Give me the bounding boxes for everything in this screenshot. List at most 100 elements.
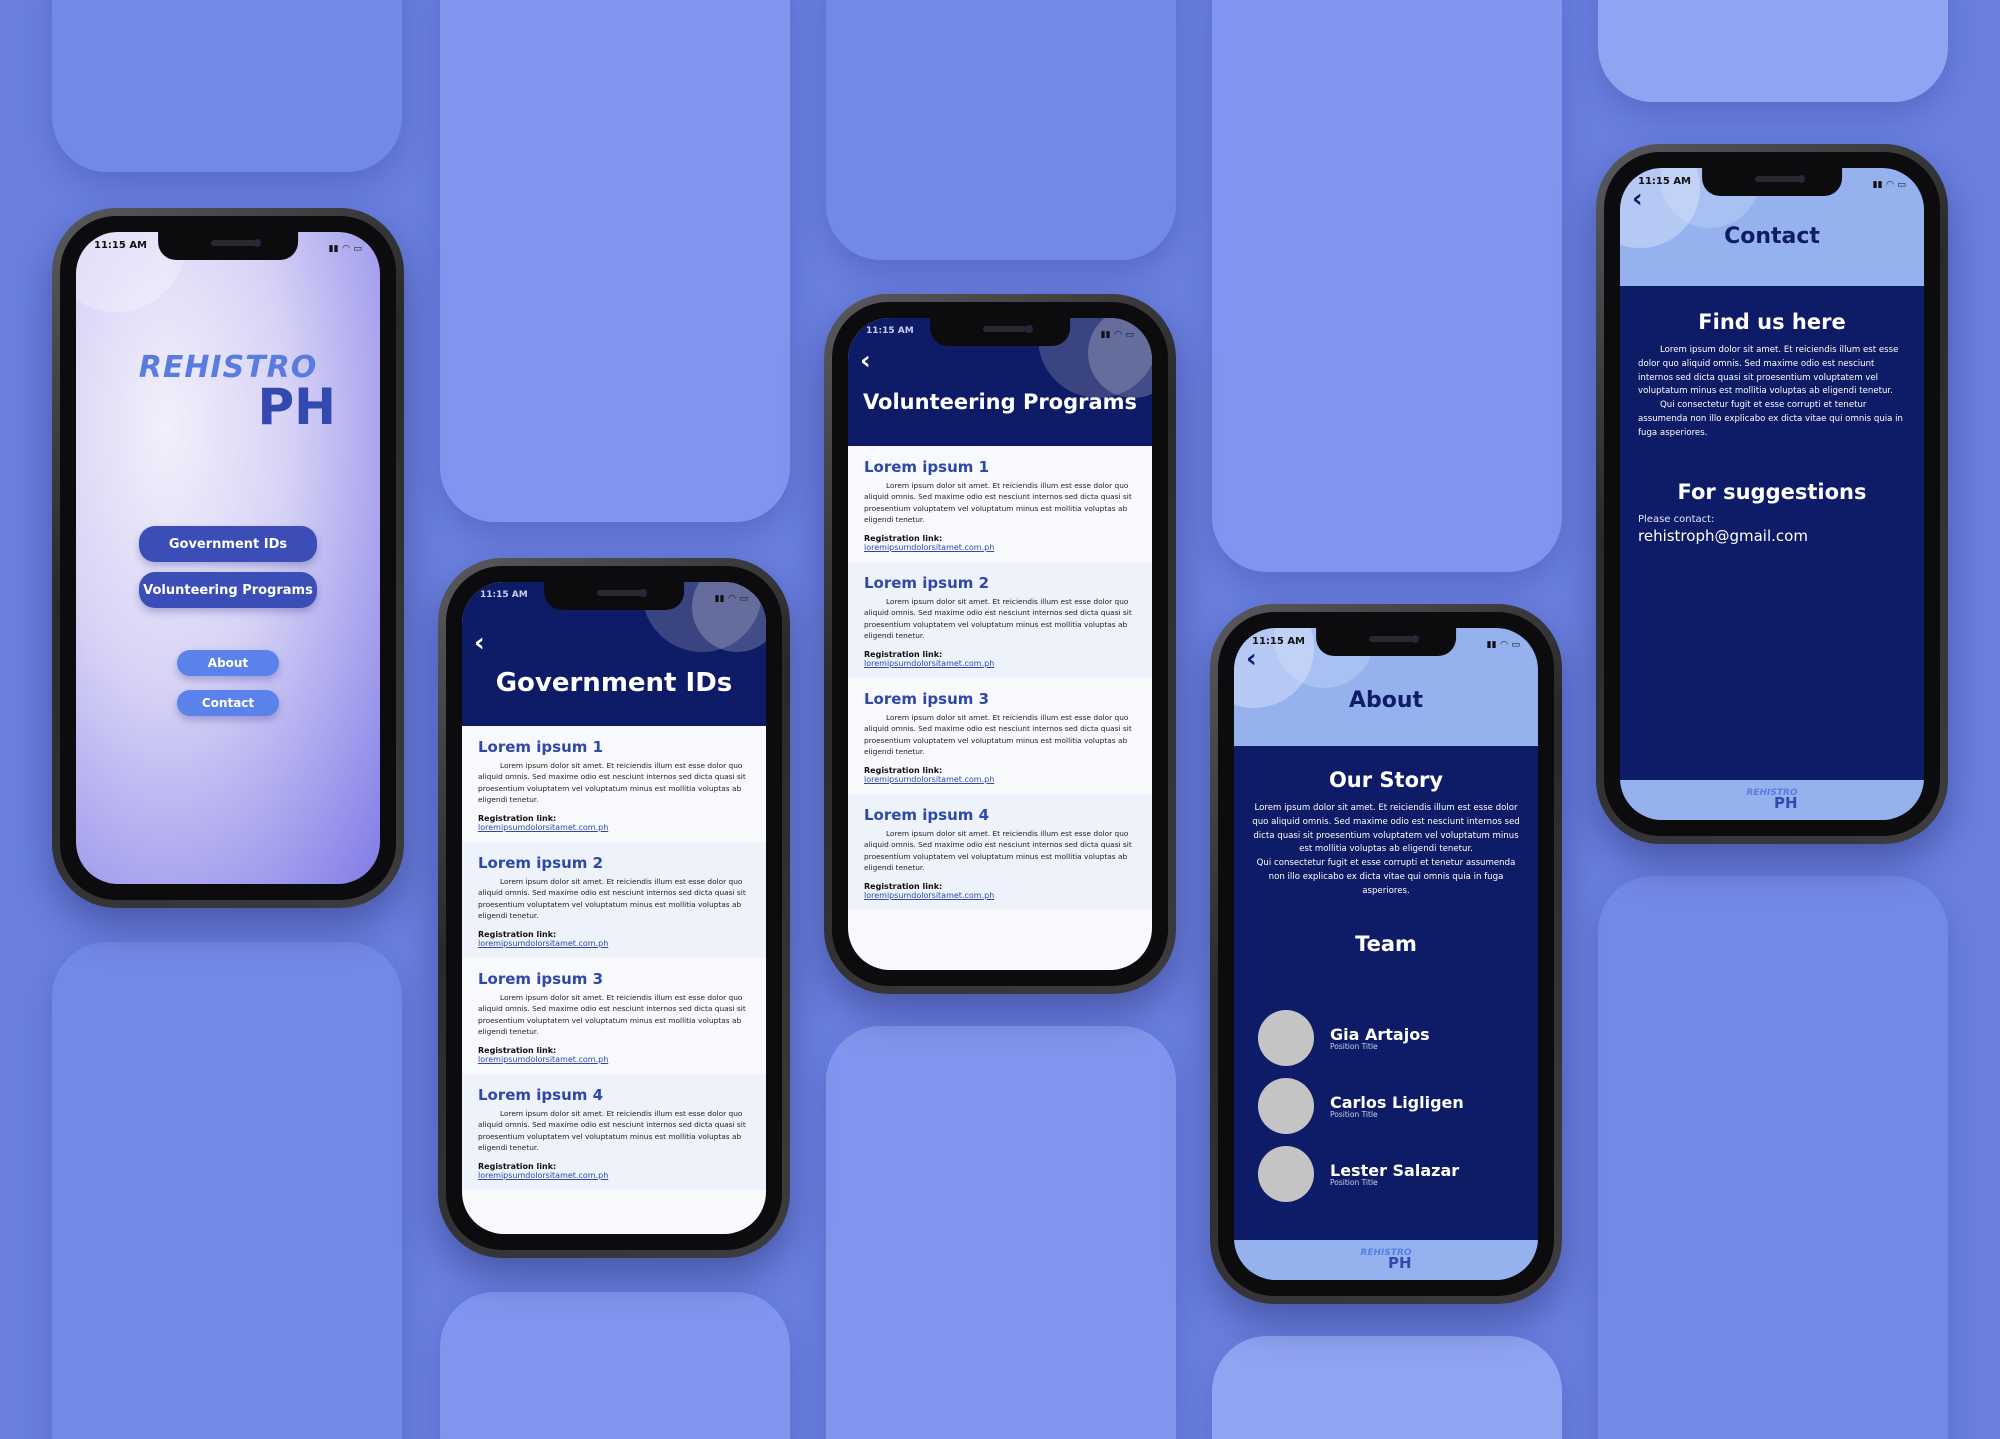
signal-icon: ▮▮ — [328, 244, 339, 254]
phone-contact: 11:15 AM ▮▮ ◠ ▭ ‹ Contact Find us here L… — [1596, 144, 1948, 844]
team-list: Gia Artajos Position Title Carlos Liglig… — [1234, 1010, 1538, 1202]
registration-link[interactable]: loremipsumdolorsitamet.com.ph — [864, 659, 1136, 668]
find-us-title: Find us here — [1698, 310, 1846, 334]
about-content: Our Story Lorem ipsum dolor sit amet. Et… — [1234, 768, 1538, 956]
registration-link[interactable]: loremipsumdolorsitamet.com.ph — [478, 823, 750, 832]
signal-icon: ▮▮ — [1486, 640, 1497, 650]
battery-icon: ▭ — [1511, 640, 1520, 650]
footer-logo: REHISTRO PH — [1746, 789, 1797, 811]
contact-header: 11:15 AM ▮▮ ◠ ▭ ‹ Contact — [1620, 168, 1924, 286]
item-title: Lorem ipsum 4 — [864, 805, 990, 824]
about-button[interactable]: About — [177, 650, 279, 676]
status-bar: 11:15 AM ▮▮ ◠ ▭ — [76, 240, 380, 258]
government-ids-header: 11:15 AM ▮▮ ◠ ▭ ‹ Government IDs — [462, 582, 766, 726]
team-member: Gia Artajos Position Title — [1258, 1010, 1538, 1066]
list-item: Lorem ipsum 1 Lorem ipsum dolor sit amet… — [848, 446, 1152, 562]
page-title: About — [1348, 688, 1424, 713]
wifi-icon: ◠ — [1114, 330, 1122, 340]
government-ids-screen: 11:15 AM ▮▮ ◠ ▭ ‹ Government IDs Lorem i… — [462, 582, 766, 1234]
item-description: Lorem ipsum dolor sit amet. Et reiciendi… — [864, 712, 1132, 757]
item-title: Lorem ipsum 2 — [478, 853, 604, 872]
our-story-paragraph: Lorem ipsum dolor sit amet. Et reiciendi… — [1252, 803, 1520, 855]
status-time: 11:15 AM — [1638, 176, 1692, 187]
item-description: Lorem ipsum dolor sit amet. Et reiciendi… — [864, 828, 1132, 873]
bg-tile — [1212, 1336, 1562, 1439]
registration-link[interactable]: loremipsumdolorsitamet.com.ph — [864, 543, 1136, 552]
item-title: Lorem ipsum 1 — [478, 738, 604, 756]
list-item: Lorem ipsum 4 Lorem ipsum dolor sit amet… — [462, 1073, 766, 1190]
our-story-paragraph: Qui consectetur fugit et esse corrupti e… — [1256, 858, 1516, 896]
battery-icon: ▭ — [1125, 330, 1134, 340]
page-title: Contact — [1724, 224, 1820, 249]
volunteering-header: 11:15 AM ▮▮ ◠ ▭ ‹ Volunteering Programs — [848, 318, 1152, 446]
bg-tile — [826, 0, 1176, 260]
government-ids-list: Lorem ipsum 1 Lorem ipsum dolor sit amet… — [462, 726, 766, 1234]
signal-icon: ▮▮ — [1100, 330, 1111, 340]
logo-bottom-text: PH — [257, 378, 337, 436]
bg-tile — [1212, 0, 1562, 572]
contact-screen: 11:15 AM ▮▮ ◠ ▭ ‹ Contact Find us here L… — [1620, 168, 1924, 820]
item-title: Lorem ipsum 4 — [478, 1085, 604, 1104]
team-member: Lester Salazar Position Title — [1258, 1146, 1538, 1202]
page-title: Volunteering Programs — [862, 390, 1138, 414]
status-time: 11:15 AM — [1252, 636, 1306, 647]
bg-tile — [52, 0, 402, 172]
avatar — [1258, 1010, 1314, 1066]
item-description: Lorem ipsum dolor sit amet. Et reiciendi… — [478, 1108, 746, 1153]
registration-label: Registration link: — [864, 533, 943, 543]
registration-link[interactable]: loremipsumdolorsitamet.com.ph — [864, 891, 1136, 900]
bg-tile — [440, 1292, 790, 1439]
volunteering-list: Lorem ipsum 1 Lorem ipsum dolor sit amet… — [848, 446, 1152, 970]
registration-label: Registration link: — [478, 1161, 557, 1171]
please-contact-label: Please contact: — [1638, 514, 1715, 526]
government-ids-button[interactable]: Government IDs — [139, 526, 317, 562]
wifi-icon: ◠ — [728, 594, 736, 604]
volunteering-programs-button[interactable]: Volunteering Programs — [139, 572, 317, 608]
bg-tile — [440, 0, 790, 522]
footer-logo: REHISTRO PH — [1360, 1249, 1411, 1271]
back-chevron-icon[interactable]: ‹ — [474, 628, 485, 658]
battery-icon: ▭ — [739, 594, 748, 604]
find-us-paragraph: Qui consectetur fugit et esse corrupti e… — [1638, 400, 1903, 438]
registration-label: Registration link: — [864, 765, 943, 775]
registration-link[interactable]: loremipsumdolorsitamet.com.ph — [478, 1171, 750, 1180]
phone-government-ids: 11:15 AM ▮▮ ◠ ▭ ‹ Government IDs Lorem i… — [438, 558, 790, 1258]
item-title: Lorem ipsum 3 — [864, 689, 990, 708]
registration-label: Registration link: — [864, 881, 943, 891]
bg-tile — [52, 942, 402, 1439]
footer-bar: REHISTRO PH — [1620, 780, 1924, 820]
registration-label: Registration link: — [478, 813, 557, 823]
item-title: Lorem ipsum 1 — [864, 458, 990, 476]
contact-email[interactable]: rehistroph@gmail.com — [1638, 527, 1906, 545]
phone-volunteering: 11:15 AM ▮▮ ◠ ▭ ‹ Volunteering Programs … — [824, 294, 1176, 994]
team-member: Carlos Ligligen Position Title — [1258, 1078, 1538, 1134]
phone-about: 11:15 AM ▮▮ ◠ ▭ ‹ About Our Story Lorem … — [1210, 604, 1562, 1304]
item-description: Lorem ipsum dolor sit amet. Et reiciendi… — [864, 481, 1132, 525]
footer-logo-bottom: PH — [1388, 1254, 1412, 1273]
footer-logo-bottom: PH — [1774, 794, 1798, 813]
registration-link[interactable]: loremipsumdolorsitamet.com.ph — [864, 775, 1136, 784]
our-story-title: Our Story — [1328, 768, 1444, 792]
status-time: 11:15 AM — [480, 590, 528, 600]
back-chevron-icon[interactable]: ‹ — [860, 346, 871, 376]
contact-button[interactable]: Contact — [177, 690, 279, 716]
wifi-icon: ◠ — [1886, 180, 1894, 190]
status-time: 11:15 AM — [866, 326, 914, 336]
contact-content: Find us here Lorem ipsum dolor sit amet.… — [1620, 310, 1924, 545]
suggestions-title: For suggestions — [1677, 480, 1867, 505]
item-title: Lorem ipsum 2 — [864, 573, 990, 592]
item-title: Lorem ipsum 3 — [478, 969, 604, 988]
item-description: Lorem ipsum dolor sit amet. Et reiciendi… — [478, 761, 746, 805]
status-time: 11:15 AM — [94, 240, 148, 251]
registration-label: Registration link: — [478, 929, 557, 939]
bg-tile — [826, 1026, 1176, 1439]
bg-tile — [1598, 876, 1948, 1439]
status-bar: 11:15 AM ▮▮ ◠ ▭ — [1620, 176, 1924, 194]
phone-home: 11:15 AM ▮▮ ◠ ▭ REHISTRO PH Government I… — [52, 208, 404, 908]
list-item: Lorem ipsum 3 Lorem ipsum dolor sit amet… — [462, 958, 766, 1074]
list-item: Lorem ipsum 4 Lorem ipsum dolor sit amet… — [848, 793, 1152, 910]
registration-link[interactable]: loremipsumdolorsitamet.com.ph — [478, 1055, 750, 1064]
registration-link[interactable]: loremipsumdolorsitamet.com.ph — [478, 939, 750, 948]
list-item: Lorem ipsum 3 Lorem ipsum dolor sit amet… — [848, 678, 1152, 794]
item-description: Lorem ipsum dolor sit amet. Et reiciendi… — [478, 876, 746, 921]
